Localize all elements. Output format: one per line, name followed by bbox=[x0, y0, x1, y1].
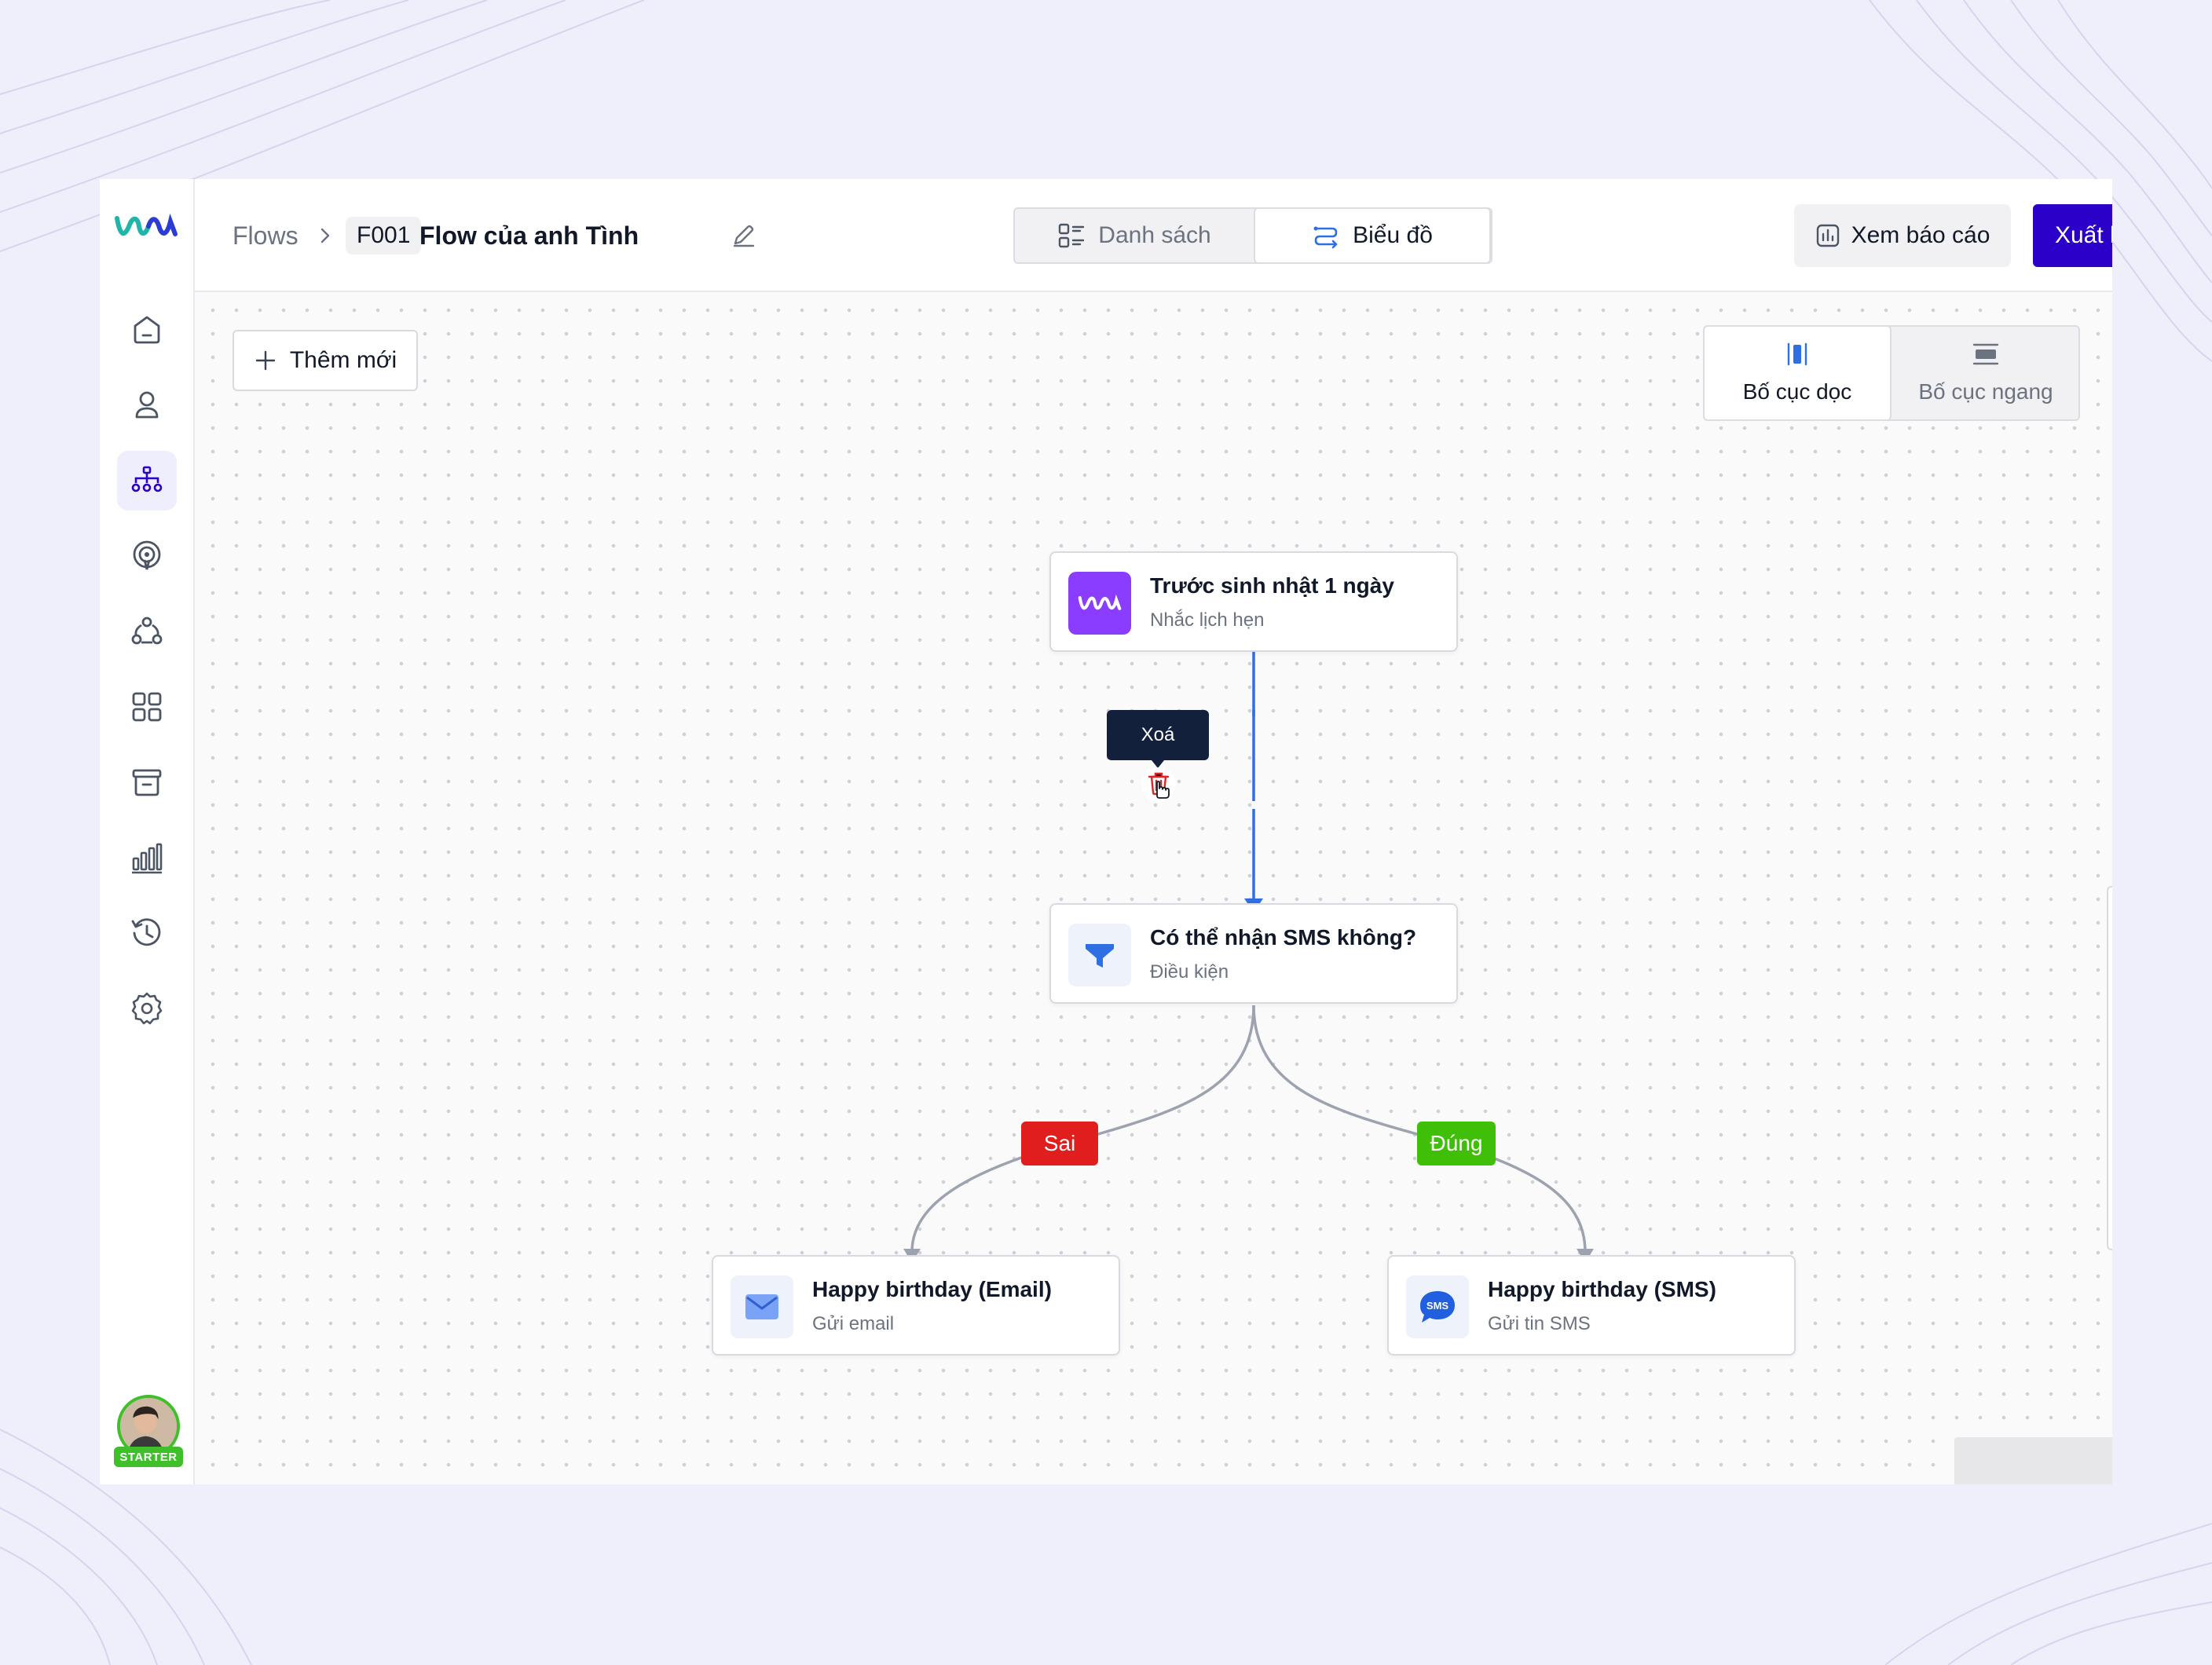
node-title: Happy birthday (SMS) bbox=[1488, 1277, 1716, 1301]
sidebar: STARTER bbox=[100, 179, 195, 1484]
flow-node-sms[interactable]: SMS Happy birthday (SMS) Gửi tin SMS bbox=[1387, 1255, 1796, 1356]
broadcast-icon bbox=[133, 540, 161, 570]
delete-tooltip: Xoá bbox=[1107, 710, 1209, 768]
trash-icon bbox=[1148, 772, 1170, 799]
node-subtitle: Gửi email bbox=[812, 1313, 895, 1334]
archive-icon bbox=[132, 769, 162, 796]
sidebar-item-flows[interactable] bbox=[117, 451, 177, 510]
sidebar-item-settings[interactable] bbox=[117, 979, 177, 1038]
branch-true-label: Đúng bbox=[1417, 1122, 1496, 1166]
view-report-button[interactable]: Xem báo cáo bbox=[1794, 204, 2011, 267]
home-icon bbox=[134, 316, 160, 344]
flow-edges bbox=[903, 652, 1594, 1263]
sidebar-item-reports[interactable] bbox=[117, 828, 177, 887]
report-icon bbox=[1816, 224, 1839, 247]
apps-icon bbox=[132, 692, 162, 722]
app-window: STARTER Flows F001 Flow của anh Tình Dan… bbox=[100, 179, 2112, 1484]
sms-icon: SMS bbox=[1406, 1275, 1469, 1338]
view-list-label: Danh sách bbox=[1098, 222, 1211, 248]
node-subtitle: Nhắc lịch hẹn bbox=[1150, 609, 1265, 631]
flow-node-condition[interactable]: Có thể nhận SMS không? Điều kiện bbox=[1049, 903, 1458, 1004]
view-report-label: Xem báo cáo bbox=[1851, 222, 1990, 248]
branch-false-label: Sai bbox=[1021, 1122, 1098, 1166]
flow-canvas[interactable]: Thêm mới Bố cục dọc Bố cục ngang Trước s… bbox=[195, 292, 2112, 1484]
plan-badge: STARTER bbox=[114, 1447, 183, 1467]
sidebar-item-home[interactable] bbox=[117, 300, 177, 360]
delete-edge-button[interactable] bbox=[1141, 767, 1176, 802]
publish-button[interactable]: Xuất bản bbox=[2033, 204, 2112, 267]
list-view-icon bbox=[1059, 223, 1085, 248]
segments-icon bbox=[131, 617, 163, 645]
node-subtitle: Điều kiện bbox=[1150, 961, 1229, 983]
node-title: Happy birthday (Email) bbox=[812, 1277, 1052, 1301]
node-title: Có thể nhận SMS không? bbox=[1150, 925, 1417, 950]
filter-icon bbox=[1068, 924, 1131, 986]
canvas-controls bbox=[2107, 886, 2112, 1250]
chevron-right-icon bbox=[320, 228, 330, 243]
sidebar-item-contacts[interactable] bbox=[117, 375, 177, 435]
diagram-view-icon bbox=[1313, 226, 1338, 249]
view-chart-label: Biểu đồ bbox=[1353, 222, 1433, 248]
sidebar-item-apps[interactable] bbox=[117, 677, 177, 737]
view-chart-button[interactable]: Biểu đồ bbox=[1254, 207, 1491, 264]
node-title: Trước sinh nhật 1 ngày bbox=[1150, 573, 1394, 598]
flow-code-badge: F001 bbox=[346, 217, 422, 254]
page-title: Flow của anh Tình bbox=[419, 221, 639, 250]
sidebar-item-history[interactable] bbox=[117, 903, 177, 963]
minimap-preview bbox=[1954, 1437, 2112, 1484]
sidebar-item-broadcast[interactable] bbox=[117, 526, 177, 586]
history-icon bbox=[131, 918, 161, 946]
brand-logo-icon bbox=[1068, 572, 1131, 635]
flow-node-trigger[interactable]: Trước sinh nhật 1 ngày Nhắc lịch hẹn bbox=[1049, 551, 1458, 652]
settings-icon bbox=[131, 992, 163, 1025]
sidebar-item-segments[interactable] bbox=[117, 602, 177, 661]
brand-logo-icon[interactable] bbox=[114, 210, 178, 242]
breadcrumb-flows[interactable]: Flows bbox=[233, 220, 298, 251]
header-bar: Flows F001 Flow của anh Tình Danh sách B… bbox=[195, 179, 2112, 292]
sidebar-item-storage[interactable] bbox=[117, 752, 177, 812]
user-avatar[interactable]: STARTER bbox=[114, 1395, 183, 1470]
view-toggle: Danh sách Biểu đồ bbox=[1013, 207, 1492, 264]
mail-icon bbox=[731, 1275, 793, 1338]
flow-node-email[interactable]: Happy birthday (Email) Gửi email bbox=[712, 1255, 1120, 1356]
view-list-button[interactable]: Danh sách bbox=[1015, 209, 1254, 262]
user-icon bbox=[135, 391, 159, 419]
svg-text:SMS: SMS bbox=[1426, 1300, 1449, 1312]
minimap[interactable] bbox=[1954, 1437, 2112, 1484]
node-subtitle: Gửi tin SMS bbox=[1488, 1313, 1591, 1334]
bar-chart-icon bbox=[132, 843, 163, 874]
edit-title-icon[interactable] bbox=[731, 221, 757, 248]
flow-icon bbox=[131, 466, 163, 492]
hand-cursor-icon bbox=[1156, 781, 1170, 799]
